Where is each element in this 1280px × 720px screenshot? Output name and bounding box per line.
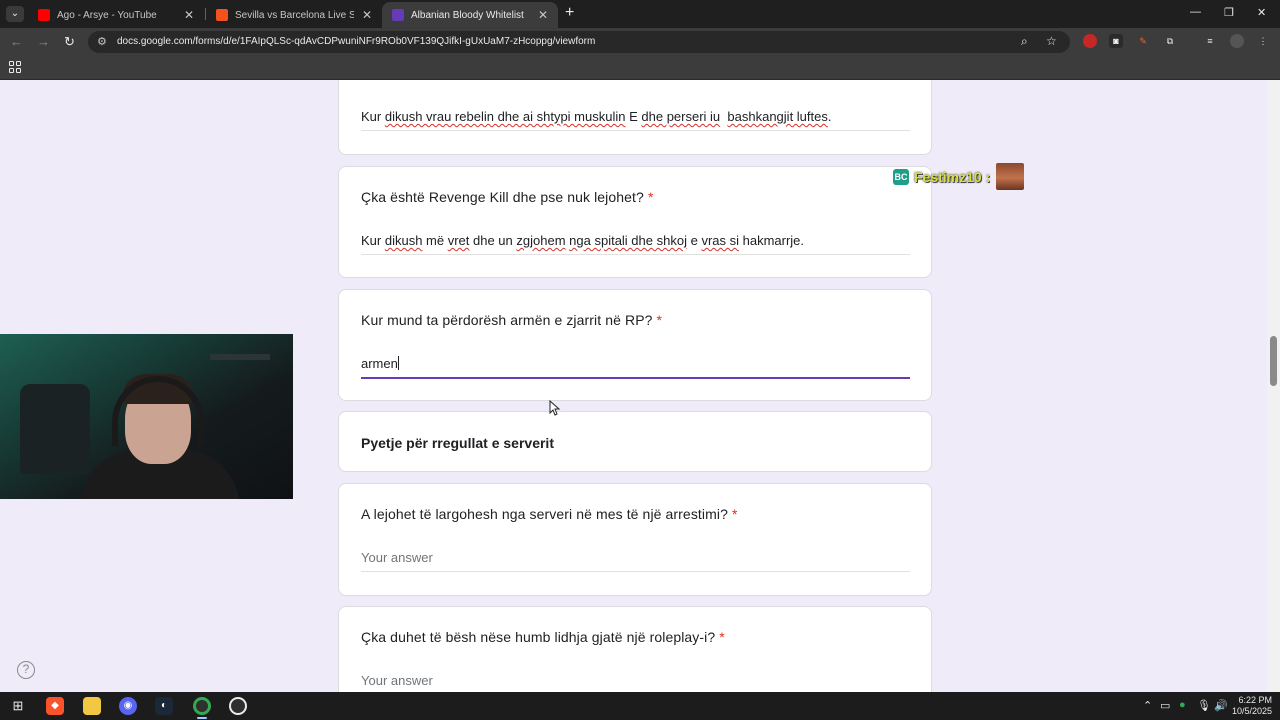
- extension-brush-icon[interactable]: ✎: [1136, 34, 1150, 48]
- forward-icon[interactable]: →: [37, 34, 50, 49]
- extensions-puzzle-icon[interactable]: ⧉: [1163, 34, 1177, 48]
- question-card-revenge-kill: Çka është Revenge Kill dhe pse nuk lejoh…: [338, 166, 932, 278]
- os-taskbar: ⊞ ◆ ◉ ◐ ⌃ ▭ ● 🎙 🔊 6:22 PM 10/5/2025: [0, 692, 1280, 720]
- question-title: A lejohet të largohesh nga serveri në me…: [361, 506, 738, 522]
- active-app-indicator: [197, 717, 207, 719]
- profile-avatar[interactable]: [1230, 34, 1244, 48]
- help-icon[interactable]: ?: [17, 661, 35, 679]
- question-title: Çka është Revenge Kill dhe pse nuk lejoh…: [361, 189, 654, 205]
- extension-record-icon[interactable]: [1083, 34, 1097, 48]
- answer-text-top[interactable]: Kur dikush vrau rebelin dhe ai shtypi mu…: [361, 109, 910, 131]
- back-icon[interactable]: ←: [10, 34, 23, 49]
- apps-grid-icon[interactable]: [9, 61, 21, 73]
- tab-forms[interactable]: Albanian Bloody Whitelist ✕: [382, 2, 558, 28]
- livescore-icon: [216, 9, 228, 21]
- text-caret: [397, 356, 399, 370]
- maximize-icon[interactable]: ❐: [1224, 6, 1234, 19]
- discord-icon[interactable]: ◉: [119, 697, 137, 715]
- chrome-icon[interactable]: [193, 697, 211, 715]
- bookmarks-bar: [0, 56, 1280, 80]
- file-explorer-icon[interactable]: [83, 697, 101, 715]
- tab-title: Albanian Bloody Whitelist: [411, 9, 524, 21]
- webcam-overlay: [0, 334, 293, 499]
- chat-badge-icon: BC: [893, 168, 909, 185]
- page-scrollbar[interactable]: [1267, 80, 1280, 692]
- question-card: Kur dikush vrau rebelin dhe ai shtypi mu…: [338, 80, 932, 155]
- webcam-background: [20, 384, 90, 474]
- tab-title: Sevilla vs Barcelona Live Scores: [235, 9, 354, 21]
- clock-date: 10/5/2025: [1231, 706, 1272, 716]
- answer-field-arrest[interactable]: Your answer: [361, 550, 910, 572]
- question-title: Çka duhet të bësh nëse humb lidhja gjatë…: [361, 629, 725, 645]
- question-title: Kur mund ta përdorësh armën e zjarrit në…: [361, 312, 663, 328]
- url-text: docs.google.com/forms/d/e/1FAIpQLSc-qdAv…: [117, 36, 596, 47]
- section-header-card: Pyetje për rregullat e serverit: [338, 411, 932, 472]
- required-asterisk: *: [731, 506, 738, 522]
- tray-app-icon[interactable]: ▭: [1160, 699, 1170, 712]
- scrollbar-thumb[interactable]: [1270, 336, 1277, 386]
- answer-field-firearm[interactable]: armen: [361, 356, 910, 379]
- chat-emote-image: [996, 163, 1025, 190]
- webcam-background: [210, 354, 270, 360]
- address-bar[interactable]: ⚙ docs.google.com/forms/d/e/1FAIpQLSc-qd…: [88, 31, 1070, 53]
- section-title: Pyetje për rregullat e serverit: [361, 435, 554, 451]
- close-window-icon[interactable]: ✕: [1257, 6, 1266, 19]
- question-card-disconnect: Çka duhet të bësh nëse humb lidhja gjatë…: [338, 606, 932, 692]
- question-card-arrest: A lejohet të largohesh nga serveri në me…: [338, 483, 932, 596]
- windows-start-icon[interactable]: ⊞: [9, 697, 27, 715]
- close-icon[interactable]: ✕: [538, 8, 548, 22]
- zoom-icon[interactable]: ⌕: [1021, 34, 1028, 49]
- answer-field-disconnect[interactable]: Your answer: [361, 673, 910, 692]
- bookmark-star-icon[interactable]: ☆: [1046, 34, 1057, 48]
- question-card-firearm: Kur mund ta përdorësh armën e zjarrit në…: [338, 289, 932, 401]
- close-icon[interactable]: ✕: [362, 8, 372, 22]
- extension-icon[interactable]: ◙: [1109, 34, 1123, 48]
- media-control-icon[interactable]: ≡: [1203, 34, 1217, 48]
- system-clock[interactable]: 6:22 PM 10/5/2025: [1226, 695, 1272, 717]
- tab-youtube[interactable]: Ago - Arsye - YouTube ✕: [28, 2, 204, 28]
- chat-username: Festimz10 :: [914, 168, 991, 185]
- steam-icon[interactable]: ◐: [155, 697, 173, 715]
- new-tab-button[interactable]: +: [565, 4, 574, 22]
- site-info-icon[interactable]: ⚙: [97, 35, 107, 48]
- stream-chat-message: BC Festimz10 :: [893, 163, 1025, 190]
- reload-icon[interactable]: ↻: [64, 34, 75, 50]
- clock-time: 6:22 PM: [1238, 695, 1272, 705]
- browser-toolbar: ← → ↻ ⚙ docs.google.com/forms/d/e/1FAIpQ…: [0, 28, 1280, 56]
- tab-strip: ⌄ Ago - Arsye - YouTube ✕ Sevilla vs Bar…: [0, 0, 1280, 28]
- obs-icon[interactable]: [229, 697, 247, 715]
- required-asterisk: *: [656, 312, 663, 328]
- tab-livescores[interactable]: Sevilla vs Barcelona Live Scores ✕: [206, 2, 382, 28]
- required-asterisk: *: [647, 189, 654, 205]
- tab-title: Ago - Arsye - YouTube: [57, 9, 157, 21]
- google-forms-icon: [392, 9, 404, 21]
- required-asterisk: *: [719, 629, 725, 645]
- tray-overflow-icon[interactable]: ⌃: [1143, 699, 1152, 712]
- youtube-icon: [38, 9, 50, 21]
- brave-browser-icon[interactable]: ◆: [46, 697, 64, 715]
- minimize-icon[interactable]: —: [1190, 6, 1201, 18]
- answer-field-revenge-kill[interactable]: Kur dikush më vret dhe un zgjohem nga sp…: [361, 233, 910, 255]
- microphone-icon[interactable]: 🎙: [1197, 699, 1211, 712]
- tab-search-button[interactable]: ⌄: [6, 6, 24, 22]
- tray-status-icon[interactable]: ●: [1179, 699, 1186, 711]
- close-icon[interactable]: ✕: [184, 8, 194, 22]
- menu-kebab-icon[interactable]: ⋮: [1256, 34, 1270, 48]
